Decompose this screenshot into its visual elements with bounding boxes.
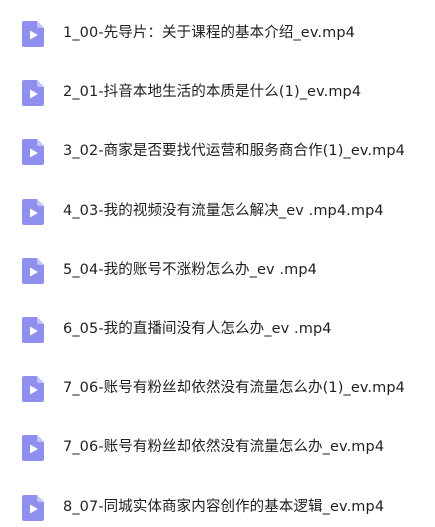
file-row[interactable]: 1_00-先导片：关于课程的基本介绍_ev.mp4	[0, 13, 435, 53]
file-list: 1_00-先导片：关于课程的基本介绍_ev.mp4 2_01-抖音本地生活的本质是…	[0, 0, 435, 521]
video-file-icon	[20, 257, 46, 285]
video-file-icon	[20, 434, 46, 462]
video-file-icon	[20, 198, 46, 226]
video-file-icon	[20, 79, 46, 107]
file-row[interactable]: 5_04-我的账号不涨粉怎么办_ev .mp4	[0, 250, 435, 290]
file-name: 7_06-账号有粉丝却依然没有流量怎么办(1)_ev.mp4	[63, 380, 405, 397]
video-file-icon	[20, 494, 46, 522]
file-row[interactable]: 8_07-同城实体商家内容创作的基本逻辑_ev.mp4	[0, 487, 435, 527]
file-row[interactable]: 7_06-账号有粉丝却依然没有流量怎么办(1)_ev.mp4	[0, 368, 435, 408]
file-row[interactable]: 6_05-我的直播间没有人怎么办_ev .mp4	[0, 309, 435, 349]
file-name: 2_01-抖音本地生活的本质是什么(1)_ev.mp4	[63, 84, 362, 101]
file-name: 1_00-先导片：关于课程的基本介绍_ev.mp4	[63, 25, 355, 41]
video-file-icon	[20, 316, 46, 344]
video-file-icon	[20, 138, 46, 166]
file-name: 5_04-我的账号不涨粉怎么办_ev .mp4	[63, 261, 317, 278]
file-name: 3_02-商家是否要找代运营和服务商合作(1)_ev.mp4	[63, 143, 405, 160]
file-name: 7_06-账号有粉丝却依然没有流量怎么办_ev.mp4	[63, 439, 385, 456]
file-name: 4_03-我的视频没有流量怎么解决_ev .mp4.mp4	[63, 202, 384, 219]
video-file-icon	[20, 20, 46, 48]
file-name: 8_07-同城实体商家内容创作的基本逻辑_ev.mp4	[63, 498, 385, 515]
file-row[interactable]: 2_01-抖音本地生活的本质是什么(1)_ev.mp4	[0, 72, 435, 112]
file-row[interactable]: 4_03-我的视频没有流量怎么解决_ev .mp4.mp4	[0, 191, 435, 231]
file-row[interactable]: 7_06-账号有粉丝却依然没有流量怎么办_ev.mp4	[0, 427, 435, 467]
video-file-icon	[20, 375, 46, 403]
file-name: 6_05-我的直播间没有人怎么办_ev .mp4	[63, 321, 332, 337]
file-row[interactable]: 3_02-商家是否要找代运营和服务商合作(1)_ev.mp4	[0, 131, 435, 171]
